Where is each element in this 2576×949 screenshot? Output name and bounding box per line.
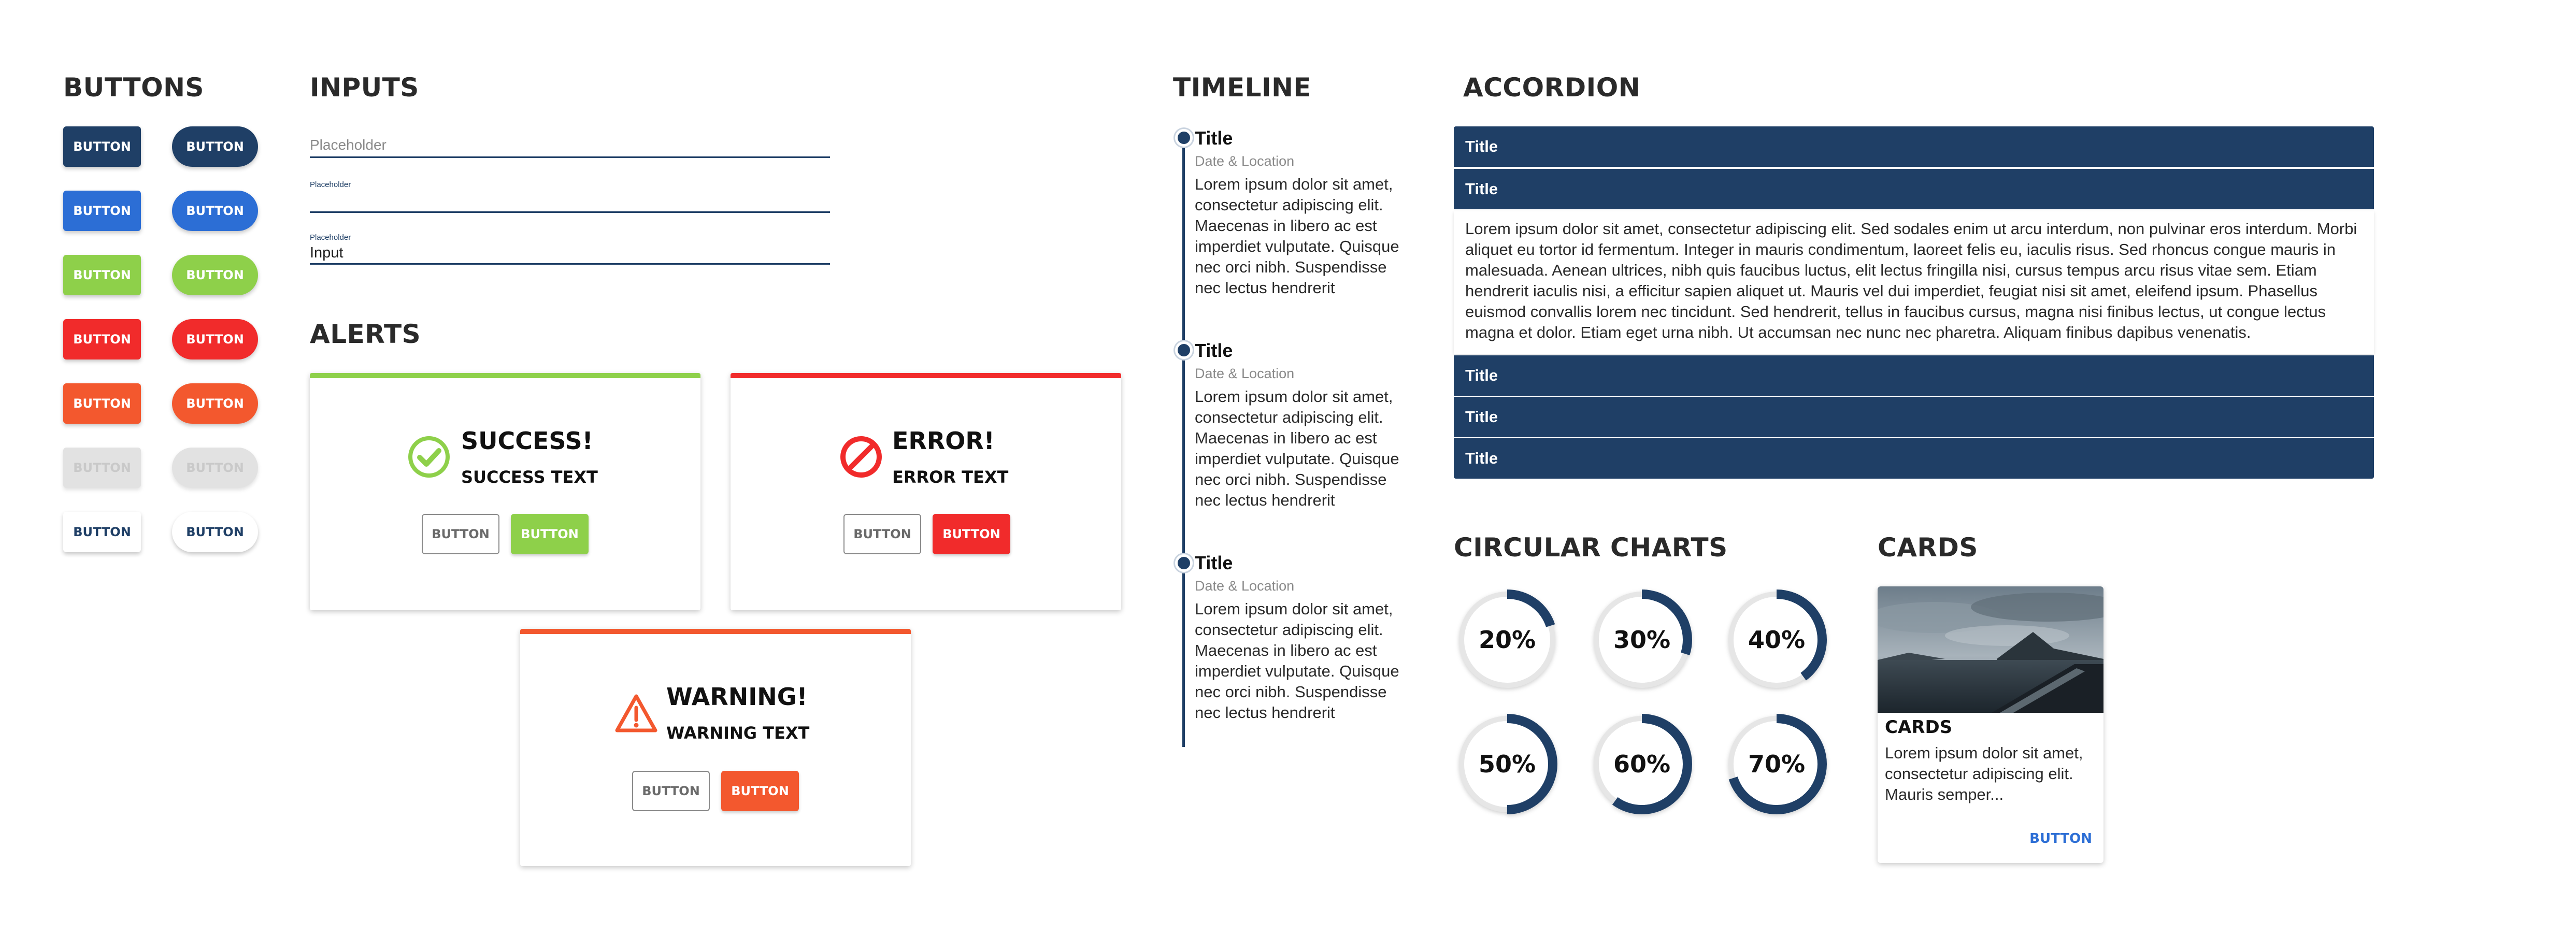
input-placeholder: Placeholder (310, 137, 387, 153)
card-text: Lorem ipsum dolor sit amet, consectetur … (1885, 744, 2083, 803)
circular-chart: 60% (1588, 711, 1695, 817)
card: CARDS Lorem ipsum dolor sit amet, consec… (1878, 586, 2103, 863)
alerts-section-title: ALERTS (310, 319, 421, 349)
accordion-header[interactable]: Title (1454, 438, 2374, 479)
circular-charts-section-title: CIRCULAR CHARTS (1454, 533, 1728, 563)
cards-section-title: CARDS (1878, 533, 1978, 563)
timeline-section-title: TIMELINE (1173, 73, 1312, 103)
dark-navy-button[interactable]: BUTTON (63, 126, 141, 167)
accordion-section-title: ACCORDION (1463, 73, 1641, 103)
circular-chart-value: 50% (1478, 750, 1536, 778)
warning-triangle-icon (615, 694, 657, 732)
error-alert: ERROR! ERROR TEXT BUTTON BUTTON (731, 373, 1121, 610)
timeline-dot (1175, 341, 1193, 359)
circular-chart-value: 60% (1613, 750, 1671, 778)
timeline-line (1182, 137, 1185, 747)
alert-accent-bar (731, 373, 1121, 378)
alert-accent-bar (520, 629, 911, 634)
red-pill-button[interactable]: BUTTON (172, 319, 258, 360)
timeline-item-meta: Date & Location (1195, 366, 1295, 381)
accordion-header[interactable]: Title (1454, 397, 2374, 437)
accordion-header[interactable]: Title (1454, 126, 2374, 167)
alert-title: ERROR! (892, 427, 995, 455)
circular-chart: 70% (1723, 711, 1830, 817)
timeline-dot (1175, 554, 1193, 572)
disabled-pill-button[interactable]: BUTTON (172, 448, 258, 488)
alert-text: WARNING TEXT (666, 723, 810, 743)
warning-alert: WARNING! WARNING TEXT BUTTON BUTTON (520, 629, 911, 866)
timeline-item-body: Lorem ipsum dolor sit amet, consectetur … (1195, 600, 1399, 722)
circular-chart: 20% (1454, 586, 1561, 693)
circular-chart-value: 70% (1748, 750, 1806, 778)
success-alert: SUCCESS! SUCCESS TEXT BUTTON BUTTON (310, 373, 700, 610)
orange-pill-button[interactable]: BUTTON (172, 383, 258, 424)
circular-chart-value: 20% (1478, 626, 1536, 654)
circular-chart: 50% (1454, 711, 1561, 817)
blue-button[interactable]: BUTTON (63, 191, 141, 231)
input-floating-label: Placeholder (310, 180, 351, 189)
green-pill-button[interactable]: BUTTON (172, 255, 258, 295)
alert-accent-bar (310, 373, 700, 378)
alert-primary-button[interactable]: BUTTON (933, 514, 1010, 554)
alert-text: SUCCESS TEXT (461, 467, 598, 487)
card-button[interactable]: BUTTON (2029, 831, 2092, 846)
white-button[interactable]: BUTTON (63, 512, 141, 552)
placeholder-input-focused[interactable]: Placeholder (310, 180, 830, 213)
timeline-item-meta: Date & Location (1195, 578, 1295, 594)
check-circle-icon (408, 436, 450, 478)
circular-chart: 30% (1588, 586, 1695, 693)
alert-title: WARNING! (666, 683, 808, 711)
input-floating-label: Placeholder (310, 233, 351, 242)
timeline-dot (1175, 129, 1193, 147)
buttons-section-title: BUTTONS (63, 73, 204, 103)
alert-secondary-button[interactable]: BUTTON (843, 514, 921, 554)
alert-secondary-button[interactable]: BUTTON (632, 771, 710, 811)
green-button[interactable]: BUTTON (63, 255, 141, 295)
alert-primary-button[interactable]: BUTTON (511, 514, 589, 554)
prohibited-icon (840, 436, 882, 478)
timeline-item-title: Title (1195, 552, 1233, 573)
alert-text: ERROR TEXT (892, 467, 1009, 487)
white-pill-button[interactable]: BUTTON (172, 512, 258, 552)
alert-secondary-button[interactable]: BUTTON (422, 514, 499, 554)
card-image (1878, 586, 2103, 713)
orange-button[interactable]: BUTTON (63, 383, 141, 424)
timeline-item-title: Title (1195, 340, 1233, 361)
alert-primary-button[interactable]: BUTTON (721, 771, 799, 811)
accordion-header-open[interactable]: Title (1454, 169, 2374, 209)
accordion-panel: Lorem ipsum dolor sit amet, consectetur … (1454, 211, 2374, 354)
red-button[interactable]: BUTTON (63, 319, 141, 360)
disabled-button[interactable]: BUTTON (63, 448, 141, 488)
accordion-header[interactable]: Title (1454, 355, 2374, 396)
circular-chart: 40% (1723, 586, 1830, 693)
card-title: CARDS (1885, 717, 1953, 738)
timeline-item-title: Title (1195, 127, 1233, 149)
input-value: Input (310, 245, 344, 261)
timeline-item-body: Lorem ipsum dolor sit amet, consectetur … (1195, 175, 1399, 297)
dark-navy-pill-button[interactable]: BUTTON (172, 126, 258, 167)
timeline-item-body: Lorem ipsum dolor sit amet, consectetur … (1195, 387, 1399, 509)
circular-chart-value: 40% (1748, 626, 1806, 654)
circular-chart-value: 30% (1613, 626, 1671, 654)
filled-input[interactable]: Placeholder Input (310, 233, 830, 265)
timeline-item-meta: Date & Location (1195, 153, 1295, 169)
blue-pill-button[interactable]: BUTTON (172, 191, 258, 231)
alert-title: SUCCESS! (461, 427, 593, 455)
inputs-section-title: INPUTS (310, 73, 419, 103)
placeholder-input-empty[interactable]: Placeholder (310, 137, 830, 158)
